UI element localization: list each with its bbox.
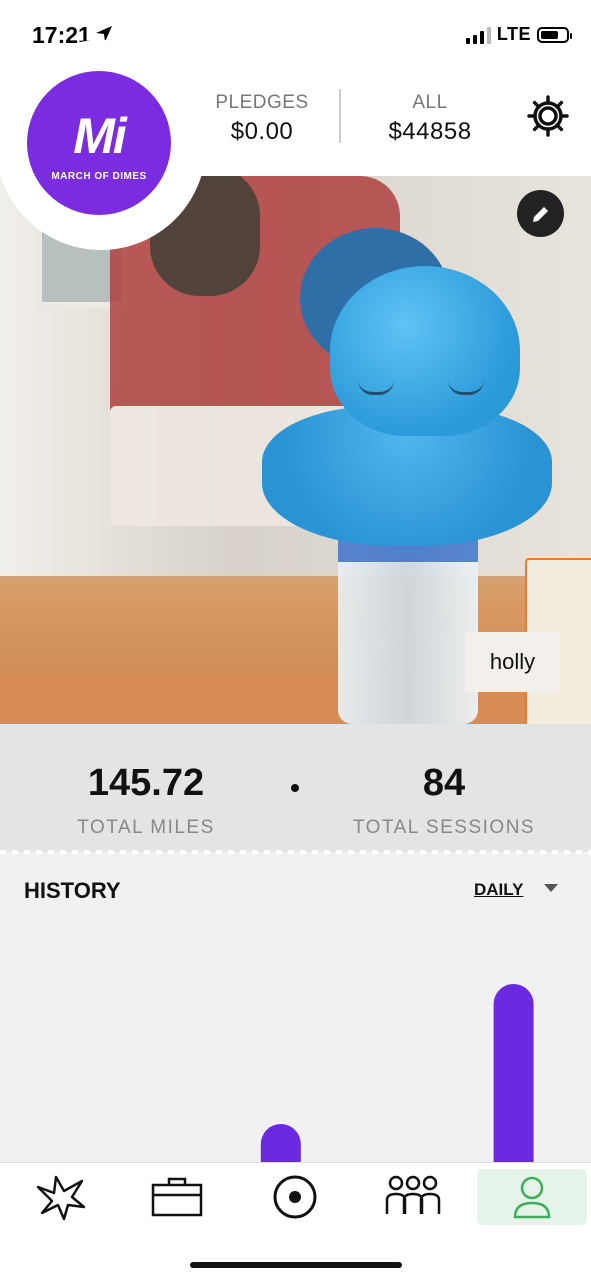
profile-icon xyxy=(513,1176,551,1219)
history-title: HISTORY xyxy=(24,878,121,903)
history-section: HISTORY DAILY xyxy=(0,854,591,1164)
profile-photo: holly xyxy=(0,176,591,724)
period-dropdown[interactable]: DAILY xyxy=(474,880,523,900)
briefcase-icon xyxy=(151,1177,203,1217)
tab-work[interactable] xyxy=(122,1169,232,1225)
tab-activity[interactable] xyxy=(6,1169,116,1225)
chevron-down-icon[interactable] xyxy=(544,884,558,892)
header-divider xyxy=(339,89,341,143)
edit-photo-button[interactable] xyxy=(517,190,564,237)
burst-icon xyxy=(36,1175,86,1221)
record-icon xyxy=(273,1175,317,1219)
profile-name: holly xyxy=(465,632,560,692)
total-miles-value: 145.72 xyxy=(87,762,205,804)
march-of-dimes-logo: Mi MARCH OF DIMES xyxy=(0,40,206,250)
pledges-stat: PLEDGES $0.00 xyxy=(212,92,312,146)
tab-record[interactable] xyxy=(240,1169,350,1225)
all-value: $44858 xyxy=(388,118,472,145)
all-label: ALL xyxy=(412,92,448,113)
gear-icon[interactable] xyxy=(526,94,570,138)
total-sessions-label: TOTAL SESSIONS xyxy=(352,817,536,838)
all-stat: ALL $44858 xyxy=(370,92,490,146)
status-right: LTE xyxy=(465,24,572,45)
pledges-label: PLEDGES xyxy=(215,92,309,113)
history-bar xyxy=(493,984,534,1164)
totals-panel: 145.72 TOTAL MILES 84 TOTAL SESSIONS xyxy=(0,724,591,852)
total-miles-label: TOTAL MILES xyxy=(77,817,215,838)
pencil-icon xyxy=(532,206,548,222)
history-chart xyxy=(260,984,534,1164)
network-label: LTE xyxy=(496,24,531,44)
tab-profile[interactable] xyxy=(477,1169,587,1225)
logo-text: MARCH OF DIMES xyxy=(51,171,147,182)
history-bar xyxy=(260,1124,301,1164)
pledges-value: $0.00 xyxy=(230,118,294,145)
total-sessions-value: 84 xyxy=(422,762,466,804)
tab-teams[interactable] xyxy=(358,1169,468,1225)
home-indicator xyxy=(190,1262,402,1268)
signal-icon xyxy=(465,26,491,44)
battery-icon xyxy=(537,26,572,43)
team-icon xyxy=(385,1175,441,1214)
separator-dot xyxy=(291,784,299,792)
logo-mark: Mi xyxy=(73,108,127,164)
plush-octopus xyxy=(330,266,520,436)
